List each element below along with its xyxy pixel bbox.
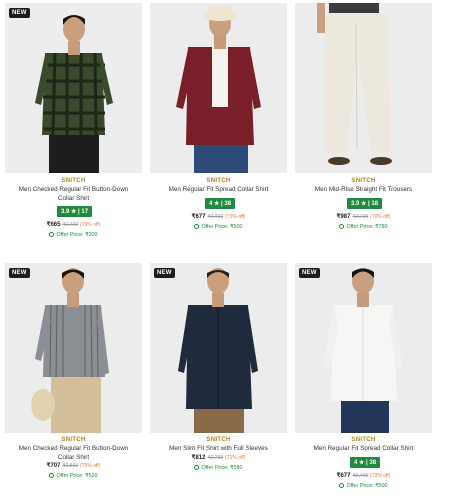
offer-price-text: Offer Price: ₹580 [201, 465, 243, 471]
mrp: ₹2,799 [207, 455, 224, 461]
price-row: ₹707 ₹2,869 (75% off) [5, 462, 142, 469]
price: ₹707 [46, 463, 61, 469]
price: ₹677 [191, 214, 206, 220]
offer-tag-icon [339, 483, 345, 488]
discount: (73% off) [225, 214, 246, 220]
rating-badge: 4 ★ | 38 [205, 198, 236, 209]
product-image[interactable] [150, 3, 287, 173]
product-title[interactable]: Men Checked Regular Fit Button-Down Coll… [5, 445, 142, 462]
product-image[interactable]: NEW [150, 263, 287, 433]
brand-name: SNITCH [61, 437, 86, 443]
discount: (71% off) [225, 455, 246, 461]
mrp: ₹2,469 [352, 473, 369, 479]
discount: (73% off) [370, 473, 391, 479]
offer-tag-icon [194, 465, 200, 470]
price-row: ₹812 ₹2,799 (71% off) [150, 454, 287, 461]
product-title[interactable]: Men Regular Fit Spread Collar Shirt [295, 445, 432, 454]
new-badge: NEW [9, 8, 30, 18]
offer-tag-icon [194, 224, 200, 229]
brand-name: SNITCH [206, 437, 231, 443]
offer-price-text: Offer Price: ₹500 [201, 224, 243, 230]
product-image[interactable]: NEW [5, 263, 142, 433]
price-row: ₹677 ₹2,469 (73% off) [150, 213, 287, 220]
offer-price-text: Offer Price: ₹300 [56, 232, 98, 238]
brand-name: SNITCH [351, 437, 376, 443]
product-title[interactable]: Men Slim Fit Shirt with Full Sleeves [150, 445, 287, 454]
brand-name: SNITCH [206, 178, 231, 184]
offer-tag-icon [49, 232, 55, 237]
price-row: ₹677 ₹2,469 (73% off) [295, 472, 432, 479]
discount: (73% off) [80, 222, 101, 228]
offer-price-text: Offer Price: ₹500 [346, 483, 388, 489]
product-title[interactable]: Men Checked Regular Fit Button-Down Coll… [5, 186, 142, 203]
rating-badge: 3.9 ★ | 18 [347, 198, 383, 209]
new-badge: NEW [9, 268, 30, 278]
mrp: ₹2,469 [62, 222, 79, 228]
mrp: ₹2,869 [62, 463, 79, 469]
price: ₹665 [46, 222, 61, 228]
mrp: ₹2,799 [352, 214, 369, 220]
offer-price: Offer Price: ₹580 [150, 465, 287, 471]
offer-price-text: Offer Price: ₹520 [56, 473, 98, 479]
product-image[interactable]: NEW [295, 263, 432, 433]
price: ₹812 [191, 455, 206, 461]
offer-price: Offer Price: ₹520 [5, 473, 142, 479]
brand-name: SNITCH [351, 178, 376, 184]
discount: (75% off) [80, 463, 101, 469]
offer-price: Offer Price: ₹780 [295, 224, 432, 230]
price-row: ₹665 ₹2,469 (73% off) [5, 221, 142, 228]
price-row: ₹987 ₹2,799 (70% off) [295, 213, 432, 220]
offer-tag-icon [339, 224, 345, 229]
product-image[interactable] [295, 3, 432, 173]
offer-price: Offer Price: ₹500 [150, 224, 287, 230]
product-image[interactable]: NEW [5, 3, 142, 173]
new-badge: NEW [154, 268, 175, 278]
price: ₹677 [336, 473, 351, 479]
price: ₹987 [336, 214, 351, 220]
offer-price: Offer Price: ₹300 [5, 232, 142, 238]
brand-name: SNITCH [61, 178, 86, 184]
offer-price-text: Offer Price: ₹780 [346, 224, 388, 230]
product-title[interactable]: Men Regular Fit Spread Collar Shirt [150, 186, 287, 195]
mrp: ₹2,469 [207, 214, 224, 220]
new-badge: NEW [299, 268, 320, 278]
rating-badge: 4 ★ | 38 [350, 457, 381, 468]
discount: (70% off) [370, 214, 391, 220]
rating-badge: 3.9 ★ | 17 [57, 206, 93, 217]
product-title[interactable]: Men Mid-Rise Straight Fit Trousers [295, 186, 432, 195]
offer-tag-icon [49, 473, 55, 478]
offer-price: Offer Price: ₹500 [295, 483, 432, 489]
